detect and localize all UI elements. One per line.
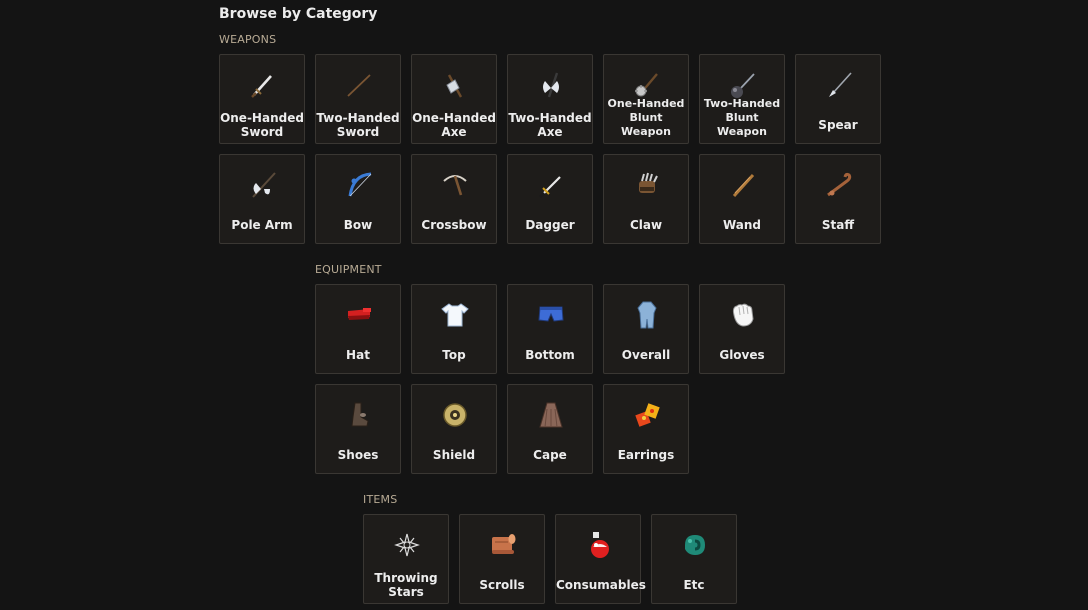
shield-icon bbox=[439, 399, 471, 431]
two-handed-sword-icon bbox=[343, 69, 375, 101]
section-label-equipment: EQUIPMENT bbox=[315, 263, 382, 276]
overall-icon bbox=[631, 299, 663, 331]
category-tile-dagger[interactable]: Dagger bbox=[507, 154, 593, 244]
gloves-icon bbox=[727, 299, 759, 331]
one-handed-axe-icon bbox=[439, 69, 471, 101]
category-label: Staff bbox=[821, 218, 855, 232]
category-tile-etc[interactable]: Etc bbox=[651, 514, 737, 604]
wand-icon bbox=[727, 169, 759, 201]
category-tile-claw[interactable]: Claw bbox=[603, 154, 689, 244]
category-tile-two-handed-blunt-weapon[interactable]: Two-Handed Blunt Weapon bbox=[699, 54, 785, 144]
category-tile-pole-arm[interactable]: Pole Arm bbox=[219, 154, 305, 244]
category-tile-shield[interactable]: Shield bbox=[411, 384, 497, 474]
category-label: Scrolls bbox=[479, 578, 525, 592]
category-tile-crossbow[interactable]: Crossbow bbox=[411, 154, 497, 244]
category-tile-shoes[interactable]: Shoes bbox=[315, 384, 401, 474]
section-label-items: ITEMS bbox=[363, 493, 398, 506]
category-label: Hat bbox=[346, 348, 370, 362]
category-label: Throwing Stars bbox=[374, 571, 438, 599]
category-label: Gloves bbox=[719, 348, 765, 362]
category-label: Dagger bbox=[525, 218, 575, 232]
section-label-weapons: WEAPONS bbox=[219, 33, 277, 46]
consumables-icon bbox=[583, 529, 615, 561]
etc-icon bbox=[679, 529, 711, 561]
category-tile-two-handed-sword[interactable]: Two-Handed Sword bbox=[315, 54, 401, 144]
category-label: Overall bbox=[621, 348, 671, 362]
pole-arm-icon bbox=[247, 169, 279, 201]
category-label: One-Handed Blunt Weapon bbox=[607, 97, 685, 138]
category-tile-throwing-stars[interactable]: Throwing Stars bbox=[363, 514, 449, 604]
category-label: Wand bbox=[722, 218, 762, 232]
spear-icon bbox=[823, 69, 855, 101]
category-tile-consumables[interactable]: Consumables bbox=[555, 514, 646, 604]
bow-icon bbox=[343, 169, 375, 201]
category-label: Bow bbox=[343, 218, 373, 232]
category-tile-earrings[interactable]: Earrings bbox=[603, 384, 689, 474]
earrings-icon bbox=[631, 399, 663, 431]
category-tile-top[interactable]: Top bbox=[411, 284, 497, 374]
hat-icon bbox=[343, 299, 375, 331]
one-handed-sword-icon bbox=[247, 69, 279, 101]
category-tile-one-handed-sword[interactable]: One-Handed Sword bbox=[219, 54, 305, 144]
category-label: Shoes bbox=[337, 448, 379, 462]
category-tile-wand[interactable]: Wand bbox=[699, 154, 785, 244]
category-label: Etc bbox=[683, 578, 705, 592]
cape-icon bbox=[535, 399, 567, 431]
category-tile-overall[interactable]: Overall bbox=[603, 284, 689, 374]
shoes-icon bbox=[343, 399, 375, 431]
category-tile-hat[interactable]: Hat bbox=[315, 284, 401, 374]
category-label: Spear bbox=[818, 118, 858, 132]
category-label: Two-Handed Axe bbox=[508, 111, 592, 139]
category-label: Shield bbox=[432, 448, 476, 462]
category-label: Two-Handed Blunt Weapon bbox=[703, 97, 781, 138]
top-icon bbox=[439, 299, 471, 331]
category-label: One-Handed Sword bbox=[220, 111, 304, 139]
category-label: Consumables bbox=[556, 578, 646, 592]
scrolls-icon bbox=[487, 529, 519, 561]
category-label: Earrings bbox=[617, 448, 675, 462]
category-label: Bottom bbox=[525, 348, 575, 362]
category-label: Crossbow bbox=[421, 218, 487, 232]
category-tile-one-handed-blunt-weapon[interactable]: One-Handed Blunt Weapon bbox=[603, 54, 689, 144]
category-label: Pole Arm bbox=[231, 218, 293, 232]
category-label: Claw bbox=[629, 218, 663, 232]
category-label: Top bbox=[442, 348, 466, 362]
throwing-stars-icon bbox=[391, 529, 423, 561]
bottom-icon bbox=[535, 299, 567, 331]
category-label: One-Handed Axe bbox=[412, 111, 496, 139]
category-tile-scrolls[interactable]: Scrolls bbox=[459, 514, 545, 604]
category-tile-staff[interactable]: Staff bbox=[795, 154, 881, 244]
staff-icon bbox=[823, 169, 855, 201]
category-tile-one-handed-axe[interactable]: One-Handed Axe bbox=[411, 54, 497, 144]
dagger-icon bbox=[535, 169, 567, 201]
category-tile-bow[interactable]: Bow bbox=[315, 154, 401, 244]
category-tile-bottom[interactable]: Bottom bbox=[507, 284, 593, 374]
category-tile-spear[interactable]: Spear bbox=[795, 54, 881, 144]
category-label: Cape bbox=[533, 448, 567, 462]
category-label: Two-Handed Sword bbox=[316, 111, 400, 139]
crossbow-icon bbox=[439, 169, 471, 201]
category-tile-cape[interactable]: Cape bbox=[507, 384, 593, 474]
claw-icon bbox=[631, 169, 663, 201]
page-title: Browse by Category bbox=[219, 6, 378, 22]
category-tile-two-handed-axe[interactable]: Two-Handed Axe bbox=[507, 54, 593, 144]
two-handed-axe-icon bbox=[535, 69, 567, 101]
category-tile-gloves[interactable]: Gloves bbox=[699, 284, 785, 374]
